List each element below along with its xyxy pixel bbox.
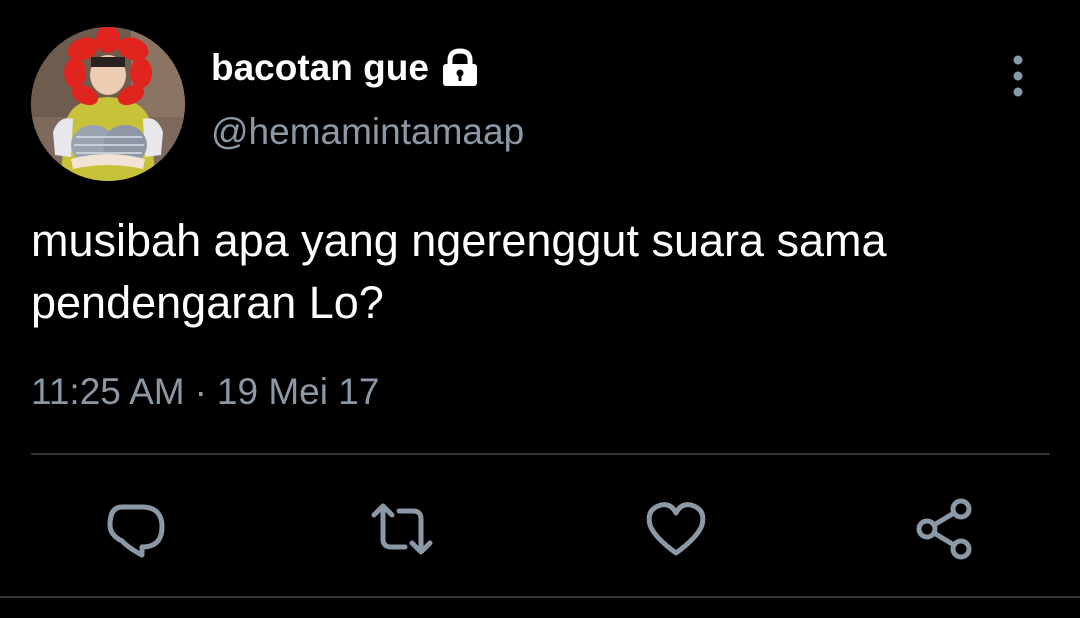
tweet-timestamp: 11:25 AM · 19 Mei 17 <box>31 371 379 413</box>
tweet-date[interactable]: 19 Mei 17 <box>217 371 380 413</box>
reply-button[interactable] <box>104 497 168 561</box>
tweet-text-line-1: musibah apa yang ngerenggut suara sama <box>31 215 887 266</box>
tweet-time[interactable]: 11:25 AM <box>31 371 185 413</box>
divider <box>31 453 1050 455</box>
divider-bottom <box>0 596 1080 598</box>
reply-icon <box>107 504 165 558</box>
tweet-text: musibah apa yang ngerenggut suara sama p… <box>31 210 1061 334</box>
avatar[interactable] <box>31 27 185 181</box>
display-name-row: bacotan gue <box>211 42 481 94</box>
lock-icon <box>439 48 481 88</box>
retweet-icon <box>371 503 433 555</box>
like-button[interactable] <box>644 497 708 561</box>
more-vertical-icon[interactable] <box>1000 52 1036 100</box>
user-handle[interactable]: @hemamintamaap <box>211 111 524 153</box>
display-name[interactable]: bacotan gue <box>211 47 429 89</box>
share-icon <box>916 498 972 560</box>
timestamp-separator: · <box>194 371 207 412</box>
tweet-text-line-2: pendengaran Lo? <box>31 277 384 328</box>
heart-icon <box>646 502 706 556</box>
retweet-button[interactable] <box>370 497 434 561</box>
share-button[interactable] <box>913 497 977 561</box>
tweet-detail: bacotan gue @hemamintamaap musibah apa y… <box>0 0 1080 618</box>
